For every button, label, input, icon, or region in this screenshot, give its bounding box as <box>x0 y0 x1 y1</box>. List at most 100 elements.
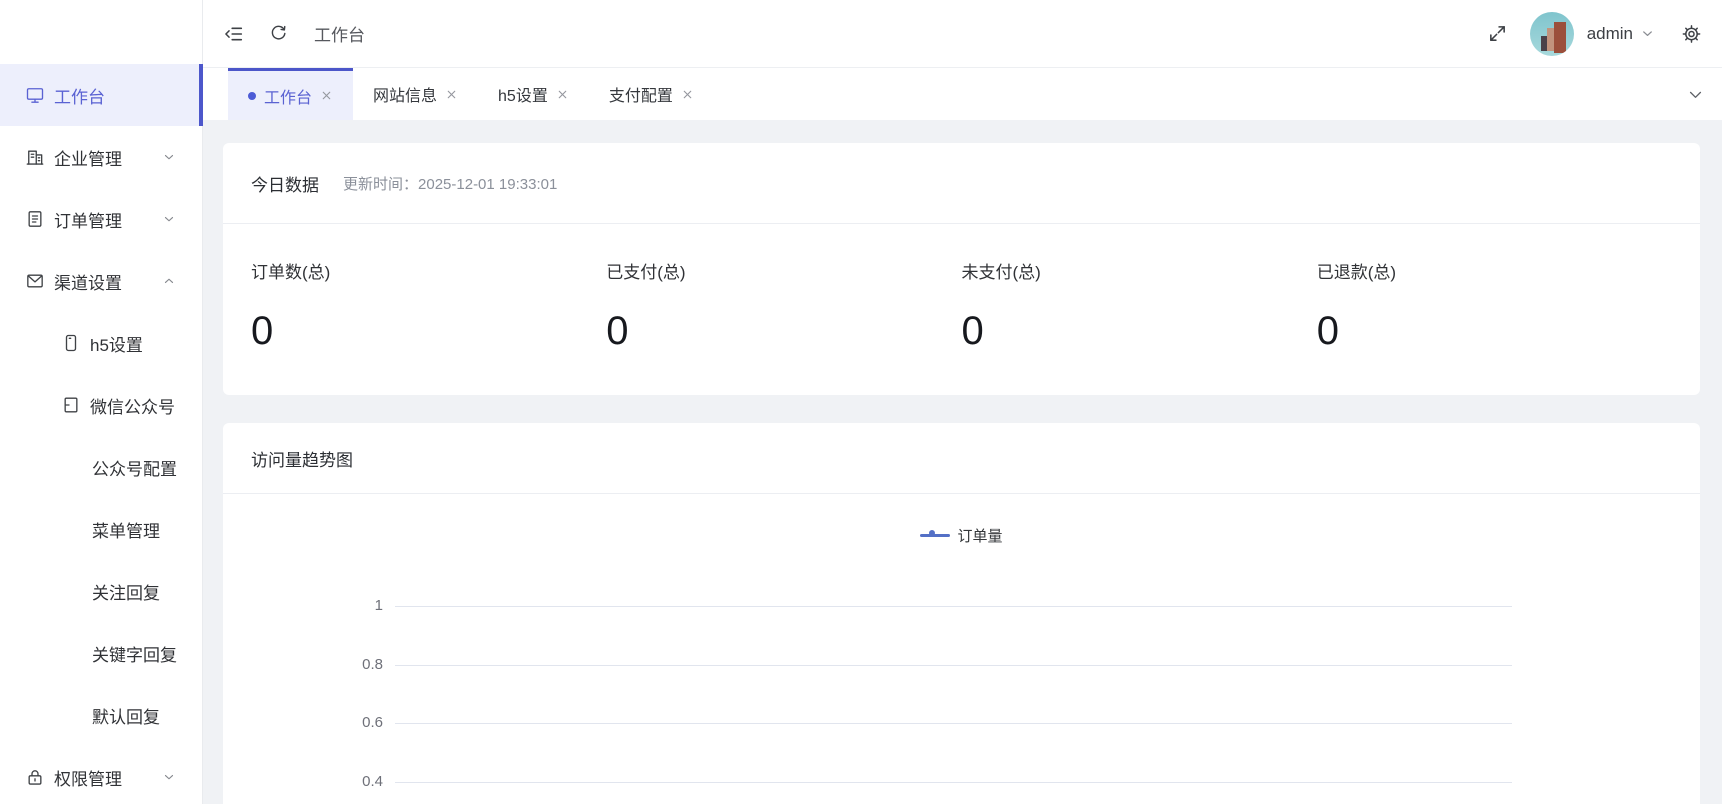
sidebar-item-menu-mgmt[interactable]: 菜单管理 <box>0 498 202 560</box>
mobile-icon <box>61 333 81 353</box>
y-gridline-row: 0.6 <box>223 723 1700 724</box>
active-tab-dot <box>248 92 256 100</box>
gridline <box>395 723 1512 724</box>
gridline <box>395 782 1512 783</box>
chevron-down-icon <box>162 770 176 784</box>
refresh-button[interactable] <box>269 24 288 43</box>
sidebar-item-follow-reply[interactable]: 关注回复 <box>0 560 202 622</box>
tab-payment-config[interactable]: 支付配置 <box>589 68 714 120</box>
sidebar-item-label: 渠道设置 <box>54 269 122 294</box>
fold-icon <box>223 23 245 45</box>
building-icon <box>25 147 45 167</box>
refresh-icon <box>269 24 288 43</box>
visit-trend-card: 访问量趋势图 订单量 1 0.8 0.6 0.4 <box>223 423 1700 804</box>
update-time-label: 更新时间： <box>343 176 418 193</box>
sidebar-item-label: 公众号配置 <box>92 455 177 480</box>
stat-paid-total: 已支付(总) 0 <box>606 258 961 353</box>
close-icon[interactable] <box>320 89 333 102</box>
sidebar-item-label: 订单管理 <box>54 207 122 232</box>
line-series-legend-icon <box>920 529 950 543</box>
stat-refunded-total: 已退款(总) 0 <box>1317 258 1672 353</box>
main-column: 工作台 admin <box>203 0 1722 804</box>
gridline <box>395 665 1512 666</box>
stats-row: 订单数(总)0已支付(总)0未支付(总)0已退款(总)0 <box>223 224 1700 395</box>
gridline <box>395 606 1512 607</box>
sidebar-item-h5-settings[interactable]: h5设置 <box>0 312 202 374</box>
chevron-down-icon <box>1640 26 1655 41</box>
tabs-bar: 工作台 网站信息 h5设置支付配置 <box>203 68 1722 120</box>
sidebar-item-official-config[interactable]: 公众号配置 <box>0 436 202 498</box>
app-root: 工作台企业管理订单管理渠道设置 h5设置微信公众号公众号配置菜单管理关注回复关键字… <box>0 0 1722 804</box>
sidebar-item-label: h5设置 <box>90 331 143 356</box>
sidebar-menu: 工作台企业管理订单管理渠道设置 h5设置微信公众号公众号配置菜单管理关注回复关键字… <box>0 64 202 804</box>
y-gridline-row: 1 <box>223 606 1700 607</box>
tab-h5-settings[interactable]: h5设置 <box>478 68 589 120</box>
y-tick-label: 0.8 <box>223 656 383 673</box>
close-icon[interactable] <box>445 88 458 101</box>
chart-grid: 1 0.8 0.6 0.4 <box>223 606 1700 804</box>
tab-label: 网站信息 <box>373 82 437 106</box>
chevron-up-icon <box>162 274 176 288</box>
tab-site-info[interactable]: 网站信息 <box>353 68 478 120</box>
trend-card-title: 访问量趋势图 <box>251 446 353 471</box>
stat-value: 0 <box>606 309 961 353</box>
sidebar-item-keyword-reply[interactable]: 关键字回复 <box>0 622 202 684</box>
sidebar-item-label: 关键字回复 <box>92 641 177 666</box>
notebook-icon <box>61 395 81 415</box>
stat-unpaid-total: 未支付(总)0 <box>962 258 1317 353</box>
sidebar-item-label: 菜单管理 <box>92 517 160 542</box>
stat-orders-total: 订单数(总) 0 <box>251 258 606 353</box>
sidebar-item-default-reply[interactable]: 默认回复 <box>0 684 202 746</box>
stat-value: 0 <box>251 309 606 353</box>
sidebar-item-label: 工作台 <box>54 83 105 108</box>
lock-icon <box>25 767 45 787</box>
close-icon[interactable] <box>556 88 569 101</box>
tabs-collapse-chevron-down-icon[interactable] <box>1687 86 1704 103</box>
fullscreen-button[interactable] <box>1487 23 1508 44</box>
y-gridline-row: 0.4 <box>223 782 1700 783</box>
avatar <box>1530 12 1574 56</box>
stat-label: 已退款(总) <box>1317 258 1672 283</box>
stat-value: 0 <box>962 309 1317 353</box>
today-data-card: 今日数据 更新时间：2025-12-01 19:33:01 订单数(总)0已支付… <box>223 143 1700 395</box>
y-tick-label: 0.6 <box>223 714 383 731</box>
sidebar-item-label: 企业管理 <box>54 145 122 170</box>
sidebar-item-permission-mgmt[interactable]: 权限管理 <box>0 746 202 804</box>
sidebar-item-label: 微信公众号 <box>90 393 175 418</box>
legend-label: 订单量 <box>957 525 1002 546</box>
sidebar-item-label: 权限管理 <box>54 765 122 790</box>
topbar-right: admin <box>1487 12 1702 56</box>
chart-area: 订单量 1 0.8 0.6 0.4 <box>223 494 1700 804</box>
chevron-down-icon <box>162 150 176 164</box>
legend-item[interactable]: 订单量 <box>223 494 1700 546</box>
topbar: 工作台 admin <box>203 0 1722 68</box>
content: 今日数据 更新时间：2025-12-01 19:33:01 订单数(总)0已支付… <box>203 120 1722 804</box>
y-tick-label: 1 <box>223 597 383 614</box>
tab-label: 工作台 <box>264 84 312 108</box>
settings-button[interactable] <box>1681 23 1702 44</box>
stat-label: 订单数(总) <box>251 258 606 283</box>
monitor-icon <box>25 85 45 105</box>
gear-icon <box>1681 23 1702 44</box>
sidebar-item-channel-settings[interactable]: 渠道设置 <box>0 250 202 312</box>
user-menu-trigger[interactable]: admin <box>1508 12 1655 56</box>
y-tick-label: 0.4 <box>223 773 383 790</box>
y-gridline-row: 0.8 <box>223 665 1700 666</box>
breadcrumb: 工作台 <box>314 21 365 46</box>
sidebar-item-workbench[interactable]: 工作台 <box>0 64 202 126</box>
sidebar-item-order-mgmt[interactable]: 订单管理 <box>0 188 202 250</box>
sidebar-item-label: 关注回复 <box>92 579 160 604</box>
stat-label: 已支付(总) <box>606 258 961 283</box>
trend-card-header: 访问量趋势图 <box>223 423 1700 493</box>
message-icon <box>25 271 45 291</box>
sidebar: 工作台企业管理订单管理渠道设置 h5设置微信公众号公众号配置菜单管理关注回复关键字… <box>0 0 203 804</box>
fullscreen-icon <box>1487 23 1508 44</box>
stat-value: 0 <box>1317 309 1672 353</box>
sidebar-item-wechat-official[interactable]: 微信公众号 <box>0 374 202 436</box>
tab-workbench[interactable]: 工作台 <box>228 68 353 120</box>
collapse-sidebar-button[interactable] <box>223 23 245 45</box>
today-card-title: 今日数据 <box>251 171 319 196</box>
sidebar-item-enterprise-mgmt[interactable]: 企业管理 <box>0 126 202 188</box>
today-card-header: 今日数据 更新时间：2025-12-01 19:33:01 <box>223 143 1700 223</box>
close-icon[interactable] <box>681 88 694 101</box>
